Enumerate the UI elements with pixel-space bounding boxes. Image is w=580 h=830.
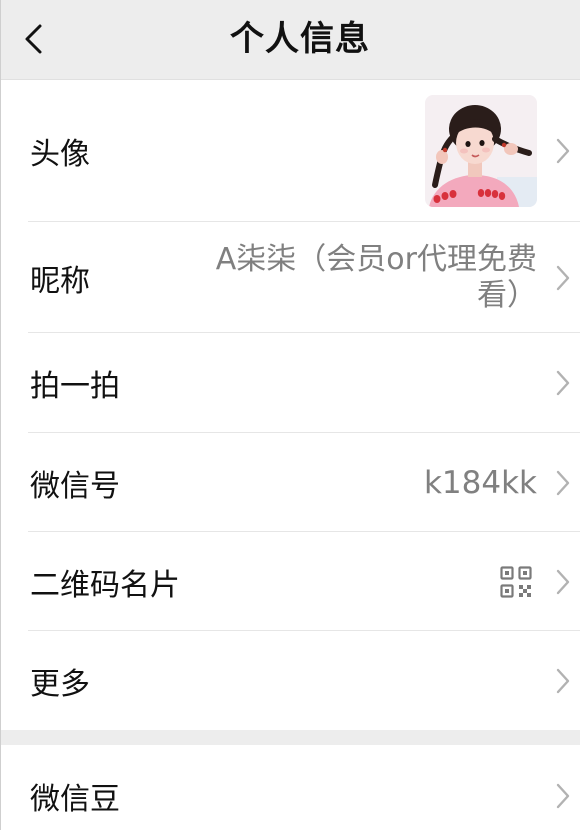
chevron-left-icon <box>25 24 42 54</box>
qr-code-icon <box>500 565 532 598</box>
nickname-value: A柒柒（会员or代理免费看） <box>215 241 537 313</box>
chevron-right-icon <box>556 265 570 290</box>
profile-list: 头像 昵称 A柒柒（会员or代理免费看） 拍一拍 微信号 k184kk 二维码名… <box>0 80 580 830</box>
avatar-row[interactable]: 头像 <box>0 80 580 222</box>
pat-label: 拍一拍 <box>30 369 120 404</box>
chevron-right-icon <box>556 470 570 495</box>
pat-row[interactable]: 拍一拍 <box>0 333 580 433</box>
qr-card-label: 二维码名片 <box>30 567 180 603</box>
section-gap <box>0 730 580 745</box>
wechat-id-row[interactable]: 微信号 k184kk <box>0 433 580 532</box>
chevron-right-icon <box>556 569 570 594</box>
more-row[interactable]: 更多 <box>0 631 580 730</box>
chevron-right-icon <box>556 370 570 396</box>
avatar-label: 头像 <box>30 137 90 172</box>
wechat-id-label: 微信号 <box>30 468 120 504</box>
page-title: 个人信息 <box>230 19 370 59</box>
wechat-id-value: k184kk <box>423 464 537 501</box>
avatar-photo <box>425 95 537 207</box>
chevron-right-icon <box>556 783 570 809</box>
top-bar: 个人信息 <box>0 0 580 80</box>
back-button[interactable] <box>20 22 50 56</box>
more-label: 更多 <box>30 666 90 702</box>
nickname-label: 昵称 <box>30 263 90 299</box>
wechat-beans-row[interactable]: 微信豆 <box>0 745 580 830</box>
wechat-beans-label: 微信豆 <box>30 782 120 817</box>
qr-card-row[interactable]: 二维码名片 <box>0 532 580 631</box>
chevron-right-icon <box>556 138 570 164</box>
nickname-row[interactable]: 昵称 A柒柒（会员or代理免费看） <box>0 222 580 333</box>
avatar <box>425 95 537 207</box>
chevron-right-icon <box>556 668 570 693</box>
